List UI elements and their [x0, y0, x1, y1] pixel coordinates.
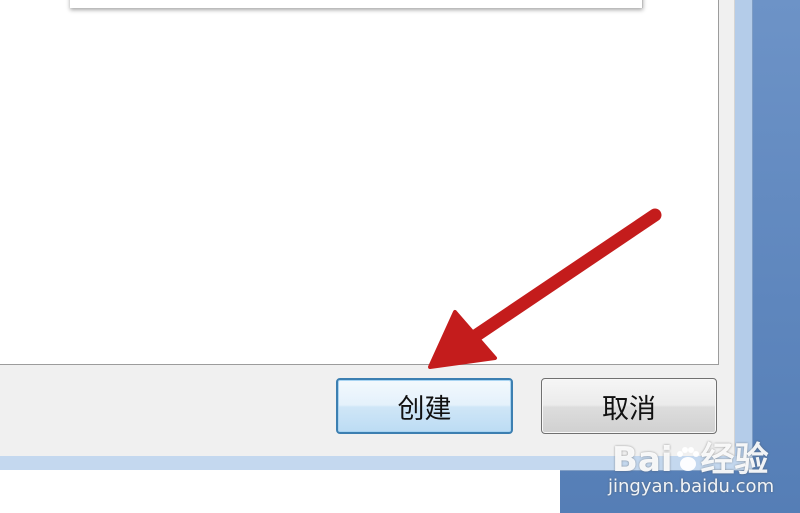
cancel-button[interactable]: 取消 — [541, 378, 717, 434]
watermark-logo: Bai 经验 — [612, 432, 769, 481]
watermark-logo-text-before: Bai — [612, 440, 673, 480]
watermark-url: jingyan.baidu.com — [608, 476, 775, 497]
input-box-edge — [70, 0, 643, 8]
watermark-logo-text-after: 经验 — [700, 440, 769, 480]
cancel-button-label: 取消 — [602, 393, 656, 425]
create-dialog: 创建 取消 — [0, 0, 735, 456]
create-button-label: 创建 — [397, 393, 452, 425]
dialog-content-panel — [0, 0, 719, 365]
create-button[interactable]: 创建 — [336, 378, 513, 434]
paw-icon — [676, 447, 699, 471]
background-white-area — [0, 470, 560, 513]
baidu-jingyan-watermark: Bai 经验 jingyan.baidu.com — [608, 432, 792, 508]
